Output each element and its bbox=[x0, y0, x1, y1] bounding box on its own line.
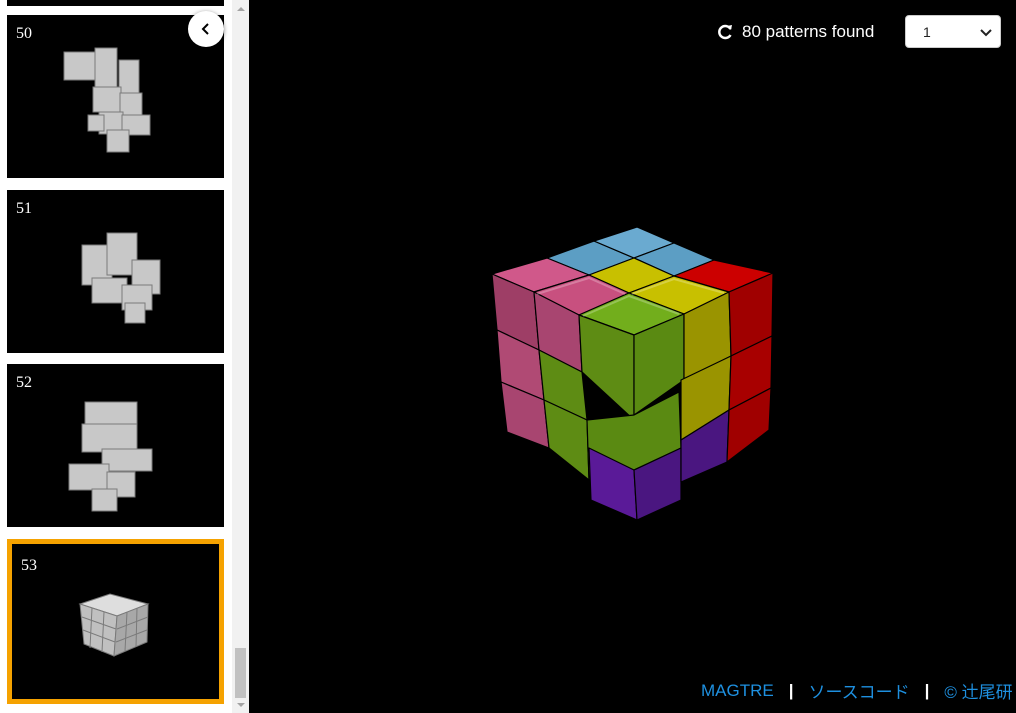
chevron-left-icon bbox=[201, 23, 209, 35]
thumbnail-pattern-51[interactable]: 51 bbox=[7, 190, 224, 353]
footer-separator: | bbox=[924, 680, 930, 700]
footer-separator: | bbox=[788, 680, 794, 700]
scroll-up-arrow[interactable] bbox=[232, 0, 249, 17]
caret-down-icon bbox=[236, 702, 245, 707]
scrollbar-thumb[interactable] bbox=[235, 648, 246, 698]
3d-viewer[interactable]: 80 patterns found 1 MAGTRE | ソースコード | © … bbox=[249, 0, 1016, 713]
thumbnail-partial[interactable] bbox=[7, 0, 224, 6]
cube-3d-render[interactable] bbox=[249, 0, 1016, 713]
collapse-sidebar-button[interactable] bbox=[188, 11, 224, 47]
caret-up-icon bbox=[236, 6, 245, 11]
copyright-link[interactable]: © 辻尾研 bbox=[944, 678, 1012, 703]
thumbnail-shape-image bbox=[68, 401, 153, 512]
sidebar-scrollbar[interactable] bbox=[232, 0, 249, 713]
thumbnail-pattern-53[interactable]: 53 bbox=[7, 539, 224, 704]
thumbnail-pattern-52[interactable]: 52 bbox=[7, 364, 224, 527]
thumbnail-shape-image bbox=[81, 232, 161, 324]
magtre-link[interactable]: MAGTRE bbox=[701, 681, 774, 701]
thumbnail-shape-image bbox=[78, 593, 150, 657]
thumbnail-sidebar: 50 51 52 53 bbox=[0, 0, 232, 713]
footer: MAGTRE | ソースコード | © 辻尾研 bbox=[701, 678, 1013, 703]
source-code-link[interactable]: ソースコード bbox=[809, 678, 910, 703]
scroll-down-arrow[interactable] bbox=[232, 696, 249, 713]
